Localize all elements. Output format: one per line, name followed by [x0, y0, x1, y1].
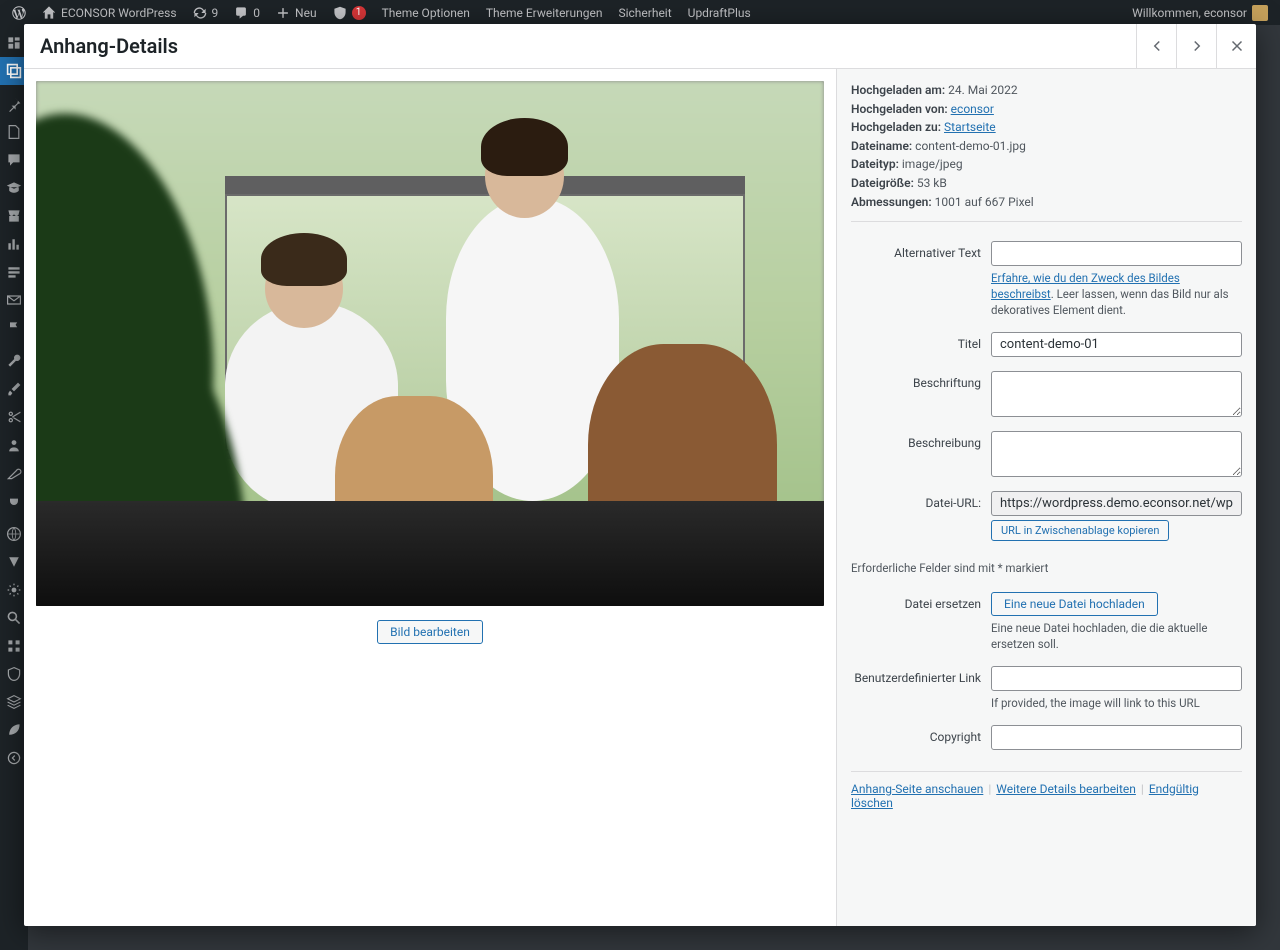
required-note: Erforderliche Felder sind mit * markiert: [851, 560, 1242, 576]
chevron-left-icon: [1148, 37, 1166, 55]
store-icon: [6, 208, 22, 224]
update-icon: [193, 6, 207, 20]
description-input[interactable]: [991, 431, 1242, 477]
chevron-right-icon: [1188, 37, 1206, 55]
media-preview: Bild bearbeiten: [24, 69, 836, 926]
attachment-actions: Anhang-Seite anschauen | Weitere Details…: [851, 771, 1242, 810]
plus-icon: [276, 6, 290, 20]
wp-logo[interactable]: [4, 0, 34, 25]
replace-upload-button[interactable]: Eine neue Datei hochladen: [991, 592, 1158, 616]
comments-link[interactable]: 0: [226, 0, 268, 25]
plug-icon: [6, 493, 22, 509]
shield-icon: [6, 666, 22, 682]
comment-icon: [6, 152, 22, 168]
wordpress-icon: [12, 6, 26, 20]
uploaded-to-link[interactable]: Startseite: [944, 120, 996, 134]
wrench-icon: [6, 353, 22, 369]
prev-button[interactable]: [1136, 24, 1176, 69]
modal-title: Anhang-Details: [24, 34, 1136, 58]
flag-icon: [6, 320, 22, 336]
tool-icon: [6, 465, 22, 481]
comment-icon: [234, 6, 248, 20]
collapse-icon: [6, 750, 22, 766]
brush-icon: [6, 381, 22, 397]
search-icon: [6, 610, 22, 626]
grid-icon: [6, 638, 22, 654]
updates-count: 9: [212, 6, 219, 20]
menu-item-2[interactable]: Sicherheit: [610, 0, 679, 25]
edit-image-button[interactable]: Bild bearbeiten: [377, 620, 483, 644]
modal-header: Anhang-Details: [24, 24, 1256, 69]
copyright-input[interactable]: [991, 725, 1242, 750]
mail-icon: [6, 292, 22, 308]
attachment-meta: Hochgeladen am: 24. Mai 2022 Hochgeladen…: [851, 81, 1242, 222]
alt-help: Erfahre, wie du den Zweck des Bildes bes…: [991, 270, 1242, 318]
alt-text-input[interactable]: [991, 241, 1242, 266]
title-label: Titel: [851, 332, 991, 351]
replace-help: Eine neue Datei hochladen, die die aktue…: [991, 620, 1242, 652]
comments-count: 0: [253, 6, 260, 20]
description-label: Beschreibung: [851, 431, 991, 450]
edit-more-link[interactable]: Weitere Details bearbeiten: [996, 782, 1136, 796]
admin-bar: ECONSOR WordPress 9 0 Neu 1 Theme Option…: [0, 0, 1280, 25]
dashboard-icon: [6, 35, 22, 51]
customlink-help: If provided, the image will link to this…: [991, 695, 1242, 711]
form-icon: [6, 264, 22, 280]
notifications[interactable]: 1: [325, 0, 374, 25]
details-pane: Hochgeladen am: 24. Mai 2022 Hochgeladen…: [836, 69, 1256, 926]
fileurl-input[interactable]: [991, 491, 1242, 516]
caption-input[interactable]: [991, 371, 1242, 417]
site-name-link[interactable]: ECONSOR WordPress: [34, 0, 185, 25]
layers-icon: [6, 694, 22, 710]
grad-cap-icon: [6, 180, 22, 196]
close-icon: [1228, 37, 1246, 55]
chart-icon: [6, 236, 22, 252]
menu-item-3[interactable]: UpdraftPlus: [680, 0, 759, 25]
user-icon: [6, 437, 22, 453]
page-icon: [6, 124, 22, 140]
fileurl-label: Datei-URL:: [851, 491, 991, 510]
shield-icon: [333, 6, 347, 20]
notif-badge: 1: [352, 6, 366, 20]
alt-text-label: Alternativer Text: [851, 241, 991, 260]
customlink-input[interactable]: [991, 666, 1242, 691]
attachment-details-modal: Anhang-Details Bild bearbeiten Hochgelad…: [24, 24, 1256, 926]
attachment-image: [36, 81, 824, 606]
close-button[interactable]: [1216, 24, 1256, 69]
pin-icon: [6, 96, 22, 112]
yoast-icon: [6, 554, 22, 570]
avatar-icon: [1252, 5, 1268, 21]
uploaded-by-link[interactable]: econsor: [951, 102, 994, 116]
greeting: Willkommen, econsor: [1132, 6, 1247, 20]
new-label: Neu: [295, 6, 317, 20]
copy-url-button[interactable]: URL in Zwischenablage kopieren: [991, 520, 1169, 541]
copyright-label: Copyright: [851, 725, 991, 744]
home-icon: [42, 6, 56, 20]
scissors-icon: [6, 409, 22, 425]
updates-link[interactable]: 9: [185, 0, 227, 25]
media-icon: [6, 63, 22, 79]
title-input[interactable]: [991, 332, 1242, 357]
menu-item-0[interactable]: Theme Optionen: [374, 0, 478, 25]
menu-item-1[interactable]: Theme Erweiterungen: [478, 0, 611, 25]
view-attachment-link[interactable]: Anhang-Seite anschauen: [851, 782, 983, 796]
gear-icon: [6, 582, 22, 598]
customlink-label: Benutzerdefinierter Link: [851, 666, 991, 685]
account-link[interactable]: Willkommen, econsor: [1124, 0, 1276, 25]
next-button[interactable]: [1176, 24, 1216, 69]
replace-label: Datei ersetzen: [851, 592, 991, 611]
leaf-icon: [6, 722, 22, 738]
new-content[interactable]: Neu: [268, 0, 325, 25]
caption-label: Beschriftung: [851, 371, 991, 390]
globe-icon: [6, 526, 22, 542]
site-name: ECONSOR WordPress: [61, 6, 177, 20]
